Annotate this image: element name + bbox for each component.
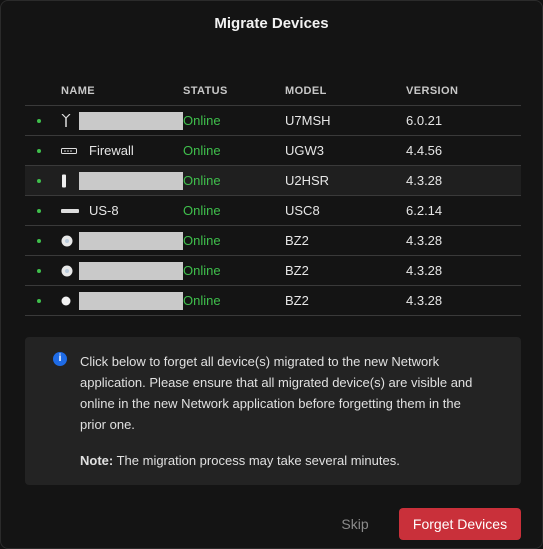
device-status: Online (183, 293, 221, 308)
online-dot-icon (37, 178, 41, 183)
device-model: U2HSR (285, 173, 330, 188)
device-status: Online (183, 233, 221, 248)
device-model: USC8 (285, 203, 320, 218)
online-dot-icon (37, 238, 41, 243)
online-dot-icon (37, 148, 41, 153)
device-model: BZ2 (285, 293, 309, 308)
device-version: 4.3.28 (406, 173, 443, 188)
device-model: BZ2 (285, 263, 309, 278)
info-icon: i (53, 352, 67, 366)
redacted-device-name (79, 171, 183, 190)
device-model: U7MSH (285, 113, 331, 128)
round-ap-icon (61, 265, 73, 276)
devices-table: NAME STATUS MODEL VERSION Online U7MSH 6… (25, 77, 521, 316)
table-row[interactable]: Online BZ2 4.3.28 (25, 226, 521, 256)
switch-icon (61, 208, 79, 213)
note-text: The migration process may take several m… (113, 453, 400, 468)
device-status: Online (183, 203, 221, 218)
round-ap-icon (61, 235, 73, 246)
header-status: STATUS (183, 85, 228, 97)
redacted-device-name (79, 291, 183, 310)
online-dot-icon (37, 118, 41, 123)
device-name: Firewall (89, 143, 134, 158)
redacted-device-name (79, 261, 183, 280)
dialog-title: Migrate Devices (214, 15, 329, 32)
device-model: BZ2 (285, 233, 309, 248)
device-status: Online (183, 173, 221, 188)
device-model: UGW3 (285, 143, 324, 158)
table-header: NAME STATUS MODEL VERSION (25, 77, 521, 106)
redacted-device-name (79, 231, 183, 250)
header-version: VERSION (406, 85, 459, 97)
online-dot-icon (37, 208, 41, 213)
header-name: NAME (61, 85, 95, 97)
table-row[interactable]: Online U2HSR 4.3.28 (25, 166, 521, 196)
table-row[interactable]: Online U7MSH 6.0.21 (25, 106, 521, 136)
info-note: Note: The migration process may take sev… (80, 453, 400, 468)
gateway-icon (61, 147, 77, 154)
device-status: Online (183, 263, 221, 278)
forget-devices-button[interactable]: Forget Devices (399, 508, 521, 540)
device-version: 6.0.21 (406, 113, 443, 128)
device-status: Online (183, 143, 221, 158)
device-version: 4.3.28 (406, 233, 443, 248)
table-row[interactable]: Online BZ2 4.3.28 (25, 286, 521, 316)
table-row[interactable]: Online BZ2 4.3.28 (25, 256, 521, 286)
device-status: Online (183, 113, 221, 128)
round-ap-icon (61, 296, 71, 305)
header-model: MODEL (285, 85, 327, 97)
device-version: 4.3.28 (406, 263, 443, 278)
online-dot-icon (37, 298, 41, 303)
table-row[interactable]: US-8 Online USC8 6.2.14 (25, 196, 521, 226)
skip-button[interactable]: Skip (331, 508, 379, 540)
device-name: US-8 (89, 203, 119, 218)
device-version: 6.2.14 (406, 203, 443, 218)
online-dot-icon (37, 268, 41, 273)
migrate-devices-dialog: Migrate Devices NAME STATUS MODEL VERSIO… (0, 0, 543, 549)
table-row[interactable]: Firewall Online UGW3 4.4.56 (25, 136, 521, 166)
info-message: Click below to forget all device(s) migr… (80, 354, 473, 432)
tower-ap-icon (62, 174, 66, 187)
antenna-ap-icon (61, 113, 71, 127)
device-version: 4.4.56 (406, 143, 443, 158)
redacted-device-name (79, 111, 183, 130)
info-panel: i Click below to forget all device(s) mi… (25, 337, 521, 485)
device-version: 4.3.28 (406, 293, 443, 308)
note-label: Note: (80, 453, 114, 468)
